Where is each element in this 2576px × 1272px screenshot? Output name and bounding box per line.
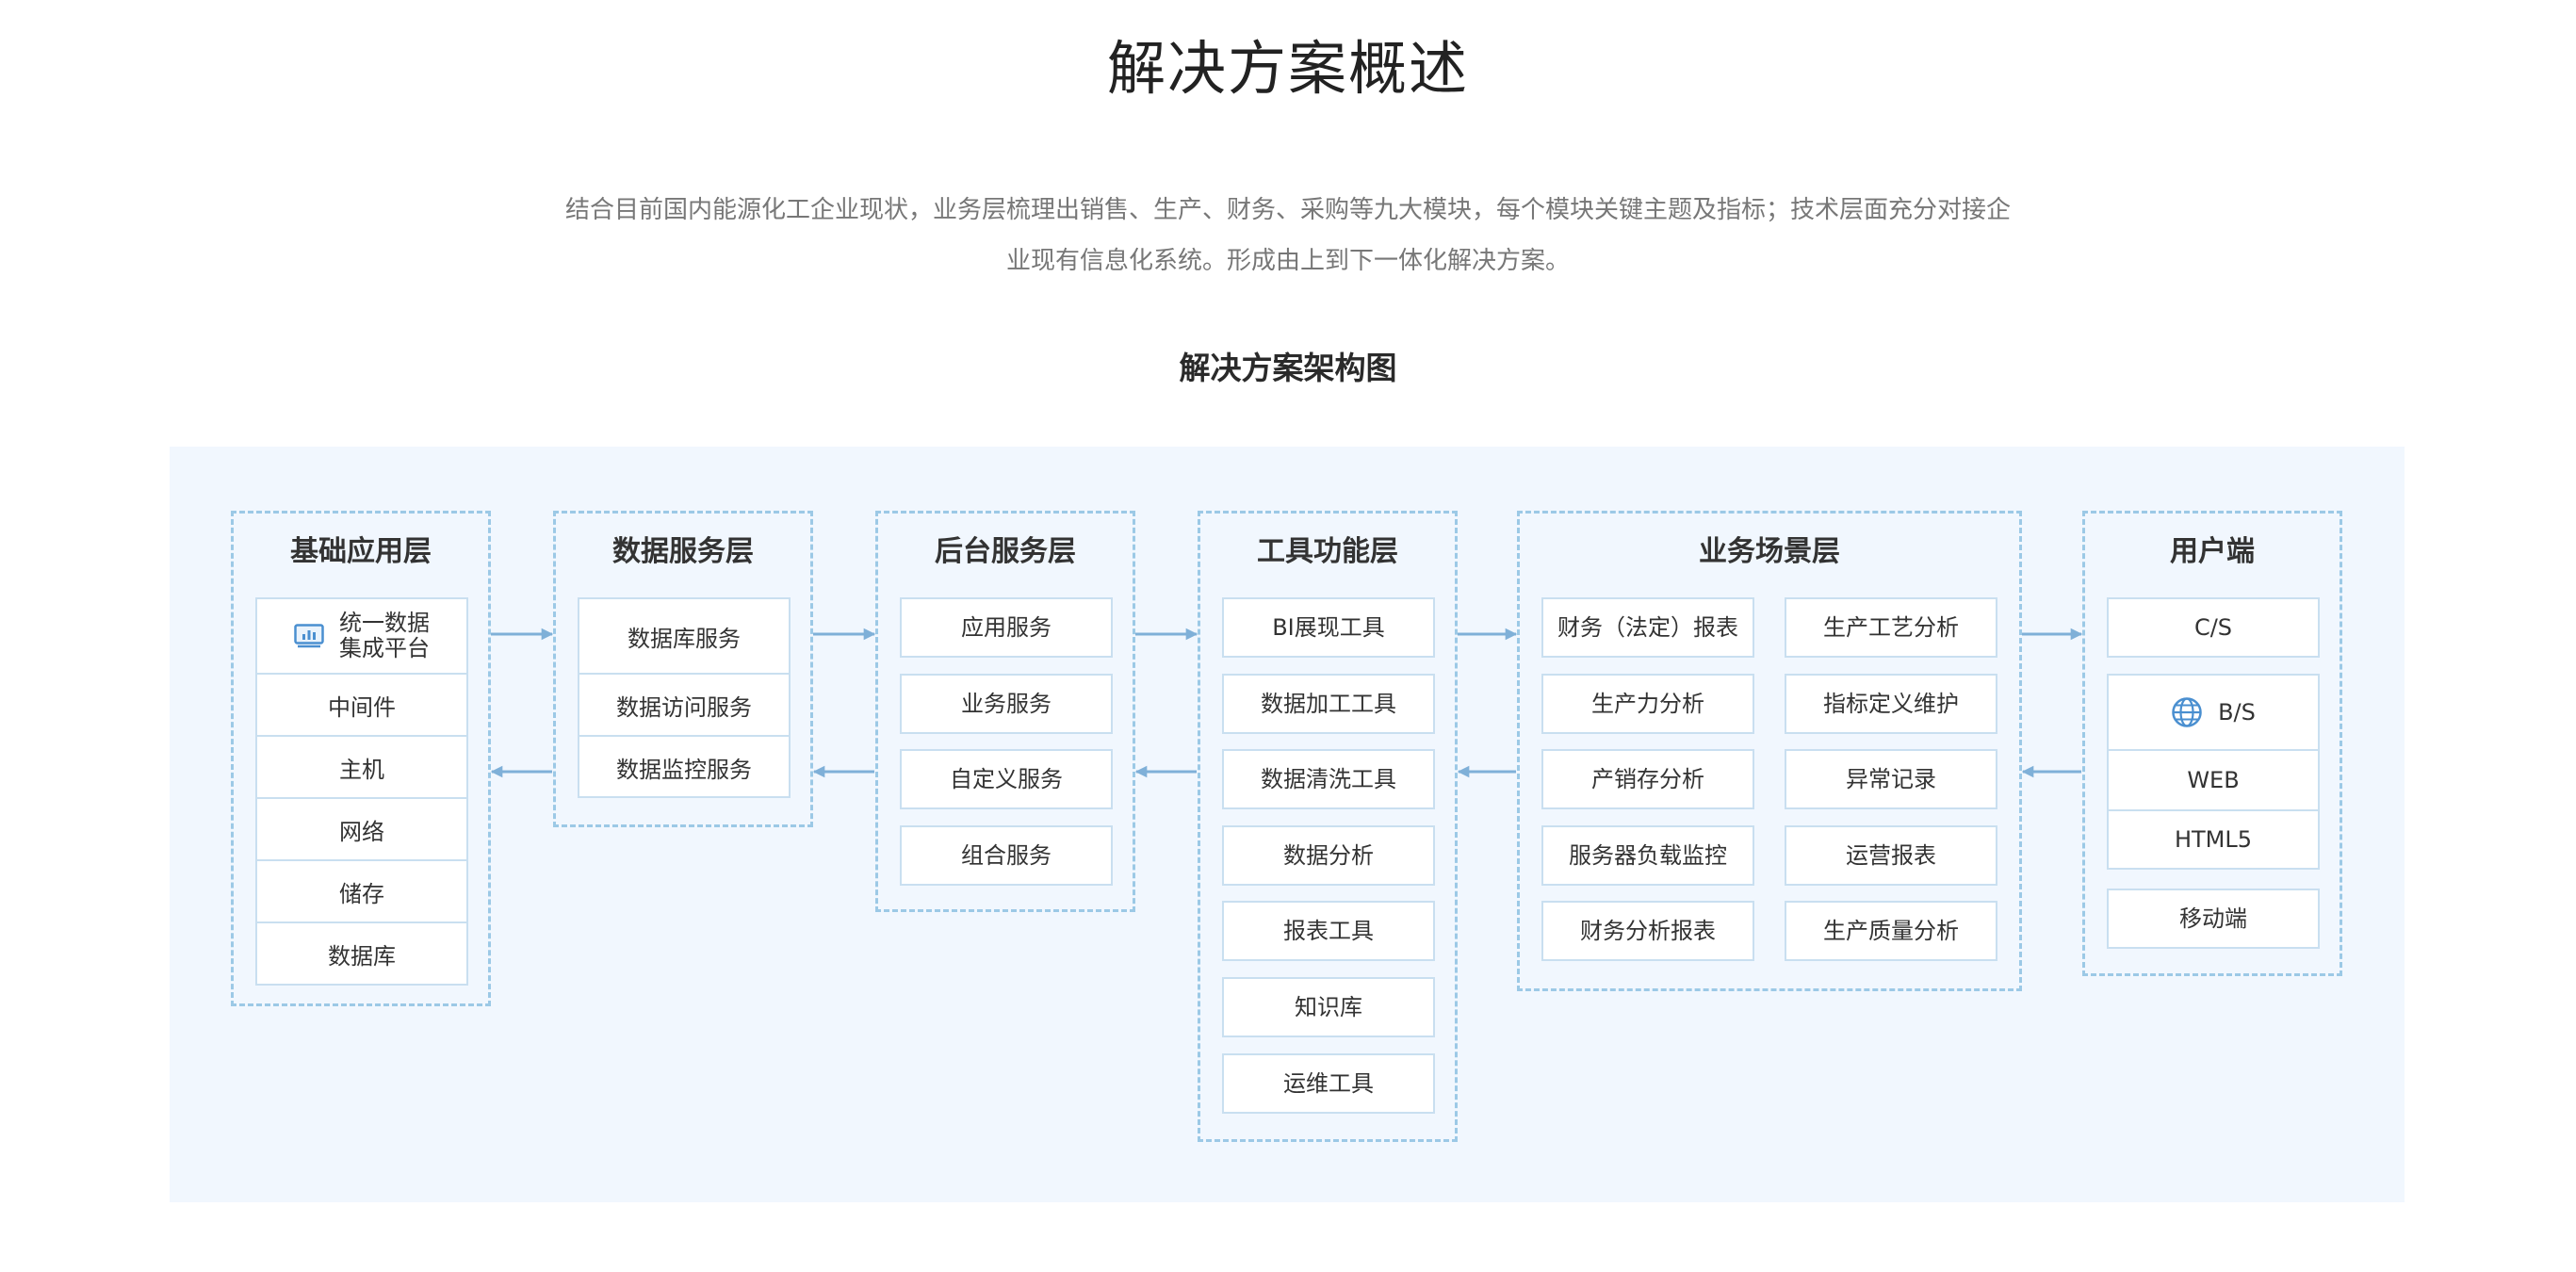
intro-text: 结合目前国内能源化工企业现状，业务层梳理出销售、生产、财务、采购等九大模块，每个… bbox=[528, 185, 2048, 286]
connector-arrows bbox=[490, 628, 2083, 778]
intro-line-2: 业现有信息化系统。形成由上到下一体化解决方案。 bbox=[1005, 247, 1570, 275]
architecture-diagram: 基础应用层 统一数据 集成平台 中间件 主机 网络 储存 数据库 数据服务层 数… bbox=[170, 447, 2405, 1202]
intro-line-1: 结合目前国内能源化工企业现状，业务层梳理出销售、生产、财务、采购等九大模块，每个… bbox=[564, 196, 2011, 224]
diagram-title: 解决方案架构图 bbox=[1179, 350, 1397, 386]
page-title: 解决方案概述 bbox=[1106, 34, 1469, 103]
